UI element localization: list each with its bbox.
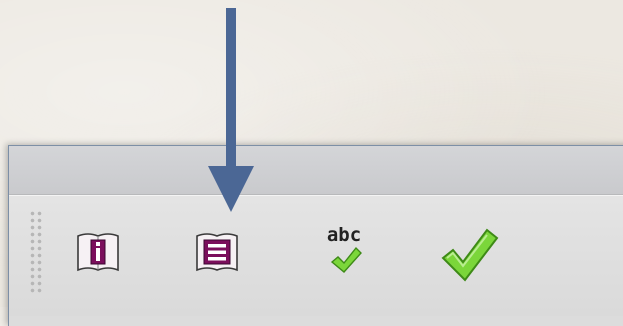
toolbar-drag-handle[interactable] xyxy=(29,210,43,294)
info-button[interactable] xyxy=(72,226,124,278)
info-book-icon xyxy=(77,233,119,272)
contents-button[interactable] xyxy=(191,226,243,278)
spellcheck-button[interactable]: abc xyxy=(318,226,370,278)
list-book-icon xyxy=(196,233,238,272)
checkmark-icon xyxy=(441,228,499,282)
validate-button[interactable] xyxy=(439,226,499,282)
window-titlebar[interactable] xyxy=(9,146,623,195)
spellcheck-label: abc xyxy=(326,224,362,246)
toolbar: abc xyxy=(9,195,623,316)
application-window: abc xyxy=(8,145,623,326)
